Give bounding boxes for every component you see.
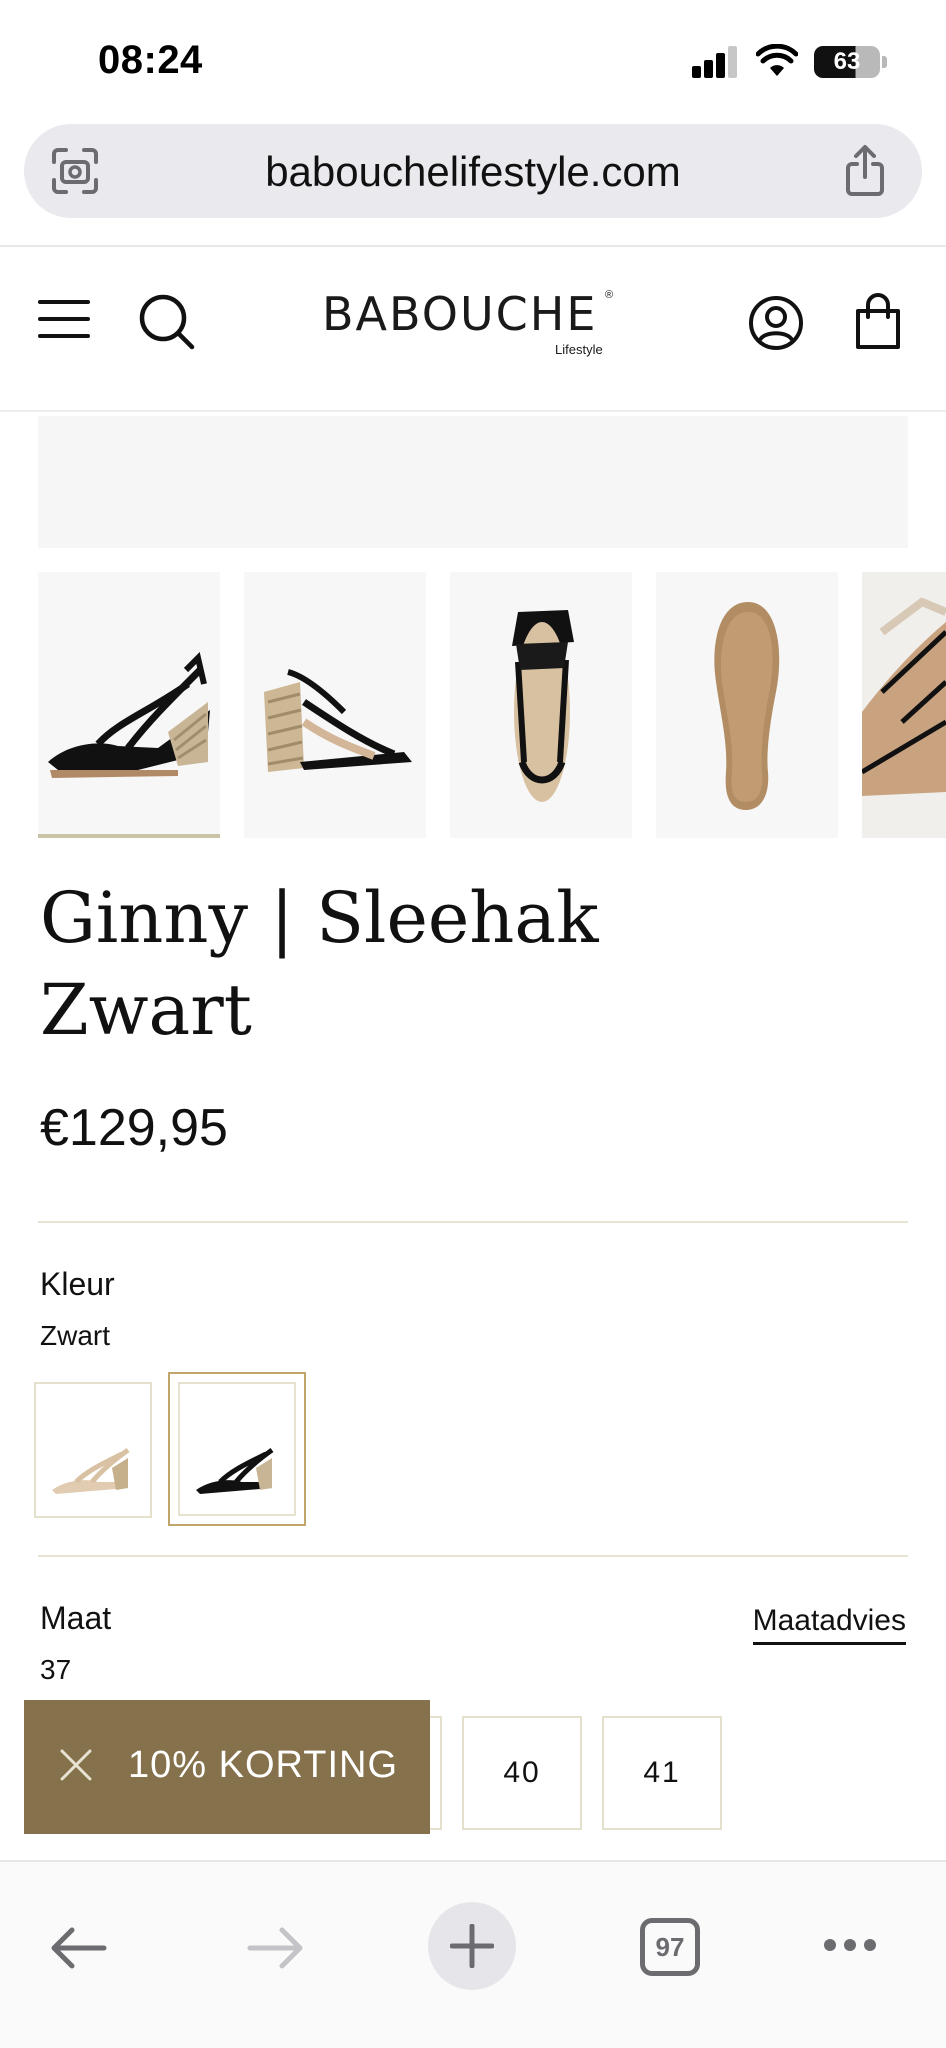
logo-subtext: Lifestyle [555,342,603,357]
site-header: BABOUCHE Lifestyle ® [0,247,946,412]
wifi-icon [756,44,798,76]
search-icon[interactable] [138,293,196,351]
shopping-bag-icon[interactable] [854,291,902,351]
new-tab-button[interactable] [428,1902,516,1990]
site-logo[interactable]: BABOUCHE Lifestyle ® [322,287,622,367]
logo-text: BABOUCHE [322,287,598,341]
battery-cap [882,56,887,68]
plus-icon [450,1924,494,1968]
color-label: Kleur [40,1266,115,1302]
divider [38,1555,908,1557]
hamburger-menu-icon[interactable] [38,297,90,341]
thumbnail-active-indicator [38,834,220,838]
size-advice-link[interactable]: Maatadvies [752,1604,906,1645]
sandal-side-image [48,652,210,778]
product-thumbnail-5[interactable] [862,572,946,838]
product-title: Ginny | Sleehak Zwart [40,872,840,1056]
discount-banner[interactable]: 10% KORTING [24,1700,430,1834]
close-icon[interactable] [56,1745,96,1785]
size-option-40[interactable]: 40 [462,1716,582,1830]
size-option-41[interactable]: 41 [602,1716,722,1830]
battery-level: 63 [833,48,861,75]
sandal-back-image [264,669,412,772]
size-label: Maat [40,1600,112,1636]
status-bar: 08:24 63 [0,0,946,120]
product-thumbnail-1[interactable] [38,572,220,838]
sandal-worn-image [862,572,946,838]
product-title-line1: Ginny | Sleehak [40,877,599,959]
ellipsis-icon[interactable] [822,1936,878,1954]
color-value: Zwart [40,1320,110,1351]
status-time: 08:24 [98,38,203,82]
sandal-beige-image [52,1447,130,1494]
product-thumbnail-2[interactable] [244,572,426,838]
browser-toolbar: 97 [0,1860,946,2048]
color-swatch-beige[interactable] [34,1382,152,1518]
share-icon[interactable] [840,144,890,198]
logo-registered-mark: ® [605,289,614,301]
product-title-line2: Zwart [40,969,252,1051]
address-bar[interactable]: babouchelifestyle.com [24,124,922,218]
swatch-inner-frame [178,1382,296,1516]
color-swatch-black[interactable] [168,1372,306,1526]
arrow-left-icon[interactable] [48,1926,108,1970]
main-product-image[interactable] [38,416,908,548]
sandal-top-image [512,610,574,802]
sandal-sole-image [714,602,780,810]
sandal-black-image [196,1447,274,1494]
product-thumbnail-3[interactable] [450,572,632,838]
cellular-signal-icon [692,46,740,78]
discount-label[interactable]: 10% KORTING [128,1744,398,1787]
size-value: 37 [40,1654,72,1685]
product-thumbnail-4[interactable] [656,572,838,838]
arrow-right-icon[interactable] [246,1926,306,1970]
product-price: €129,95 [40,1099,228,1157]
divider [38,1221,908,1223]
url-text[interactable]: babouchelifestyle.com [24,148,922,196]
user-icon[interactable] [748,295,804,351]
tabs-button[interactable]: 97 [640,1918,700,1976]
